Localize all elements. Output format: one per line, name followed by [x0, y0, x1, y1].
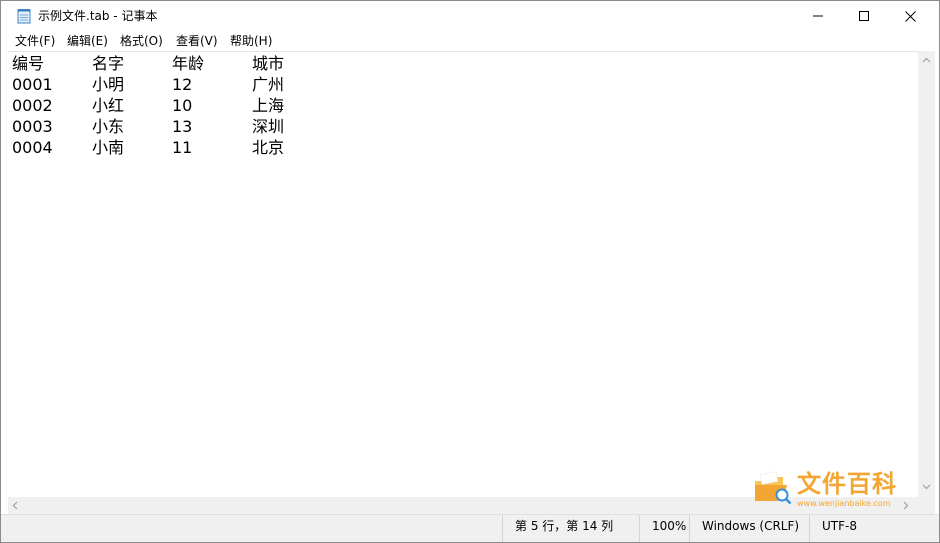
text-cell: 小红	[92, 96, 125, 115]
text-cell: 广州	[252, 75, 285, 94]
notepad-window: 示例文件.tab - 记事本 文件(F) 编辑(E) 格式(O) 查看(V) 帮…	[0, 0, 940, 543]
status-line-ending: Windows (CRLF)	[689, 515, 809, 542]
maximize-button[interactable]	[841, 1, 887, 31]
folder-search-icon	[755, 471, 792, 505]
minimize-icon	[813, 15, 823, 17]
menu-edit[interactable]: 编辑(E)	[67, 33, 108, 49]
minimize-button[interactable]	[795, 1, 841, 31]
title-bar[interactable]: 示例文件.tab - 记事本	[1, 1, 939, 31]
close-button[interactable]	[887, 1, 933, 31]
maximize-icon	[859, 11, 869, 21]
text-cell: 城市	[252, 54, 285, 73]
status-zoom: 100%	[639, 515, 689, 542]
text-cell: 名字	[92, 54, 125, 73]
text-cell: 深圳	[252, 117, 285, 136]
text-cell: 小南	[92, 138, 125, 157]
scrollbar-corner	[918, 497, 935, 514]
watermark-url: www.wenjianbaike.com	[797, 499, 891, 508]
text-cell: 0003	[12, 117, 53, 136]
scroll-up-icon[interactable]	[922, 57, 931, 63]
watermark-title: 文件百科	[797, 470, 897, 498]
text-cell: 11	[172, 138, 193, 157]
menu-format[interactable]: 格式(O)	[120, 33, 163, 49]
status-encoding: UTF-8	[809, 515, 919, 542]
notepad-icon	[17, 9, 31, 24]
text-cell: 0004	[12, 138, 53, 157]
text-cell: 小东	[92, 117, 125, 136]
scroll-down-icon[interactable]	[922, 484, 931, 490]
text-cell: 0001	[12, 75, 53, 94]
text-cell: 12	[172, 75, 193, 94]
text-cell: 小明	[92, 75, 125, 94]
watermark: 文件百科 www.wenjianbaike.com	[753, 469, 913, 509]
menu-help[interactable]: 帮助(H)	[230, 33, 272, 49]
text-cell: 编号	[12, 54, 45, 73]
text-cell: 上海	[252, 96, 285, 115]
scroll-left-icon[interactable]	[12, 501, 18, 510]
vertical-scrollbar[interactable]	[918, 51, 935, 497]
status-bar: 第 5 行，第 14 列 100% Windows (CRLF) UTF-8	[1, 514, 939, 542]
text-editor[interactable]: 编号 名字 年龄 城市 0001 小明 12 广州 0002 小红 10 上海 …	[8, 51, 918, 497]
status-cursor-position: 第 5 行，第 14 列	[502, 515, 639, 542]
text-cell: 13	[172, 117, 193, 136]
close-icon	[904, 10, 916, 22]
menu-view[interactable]: 查看(V)	[176, 33, 218, 49]
text-cell: 10	[172, 96, 193, 115]
menu-bar: 文件(F) 编辑(E) 格式(O) 查看(V) 帮助(H)	[1, 31, 939, 51]
text-cell: 年龄	[172, 54, 205, 73]
window-title: 示例文件.tab - 记事本	[38, 9, 158, 23]
text-cell: 0002	[12, 96, 53, 115]
menu-file[interactable]: 文件(F)	[15, 33, 55, 49]
text-cell: 北京	[252, 138, 285, 157]
